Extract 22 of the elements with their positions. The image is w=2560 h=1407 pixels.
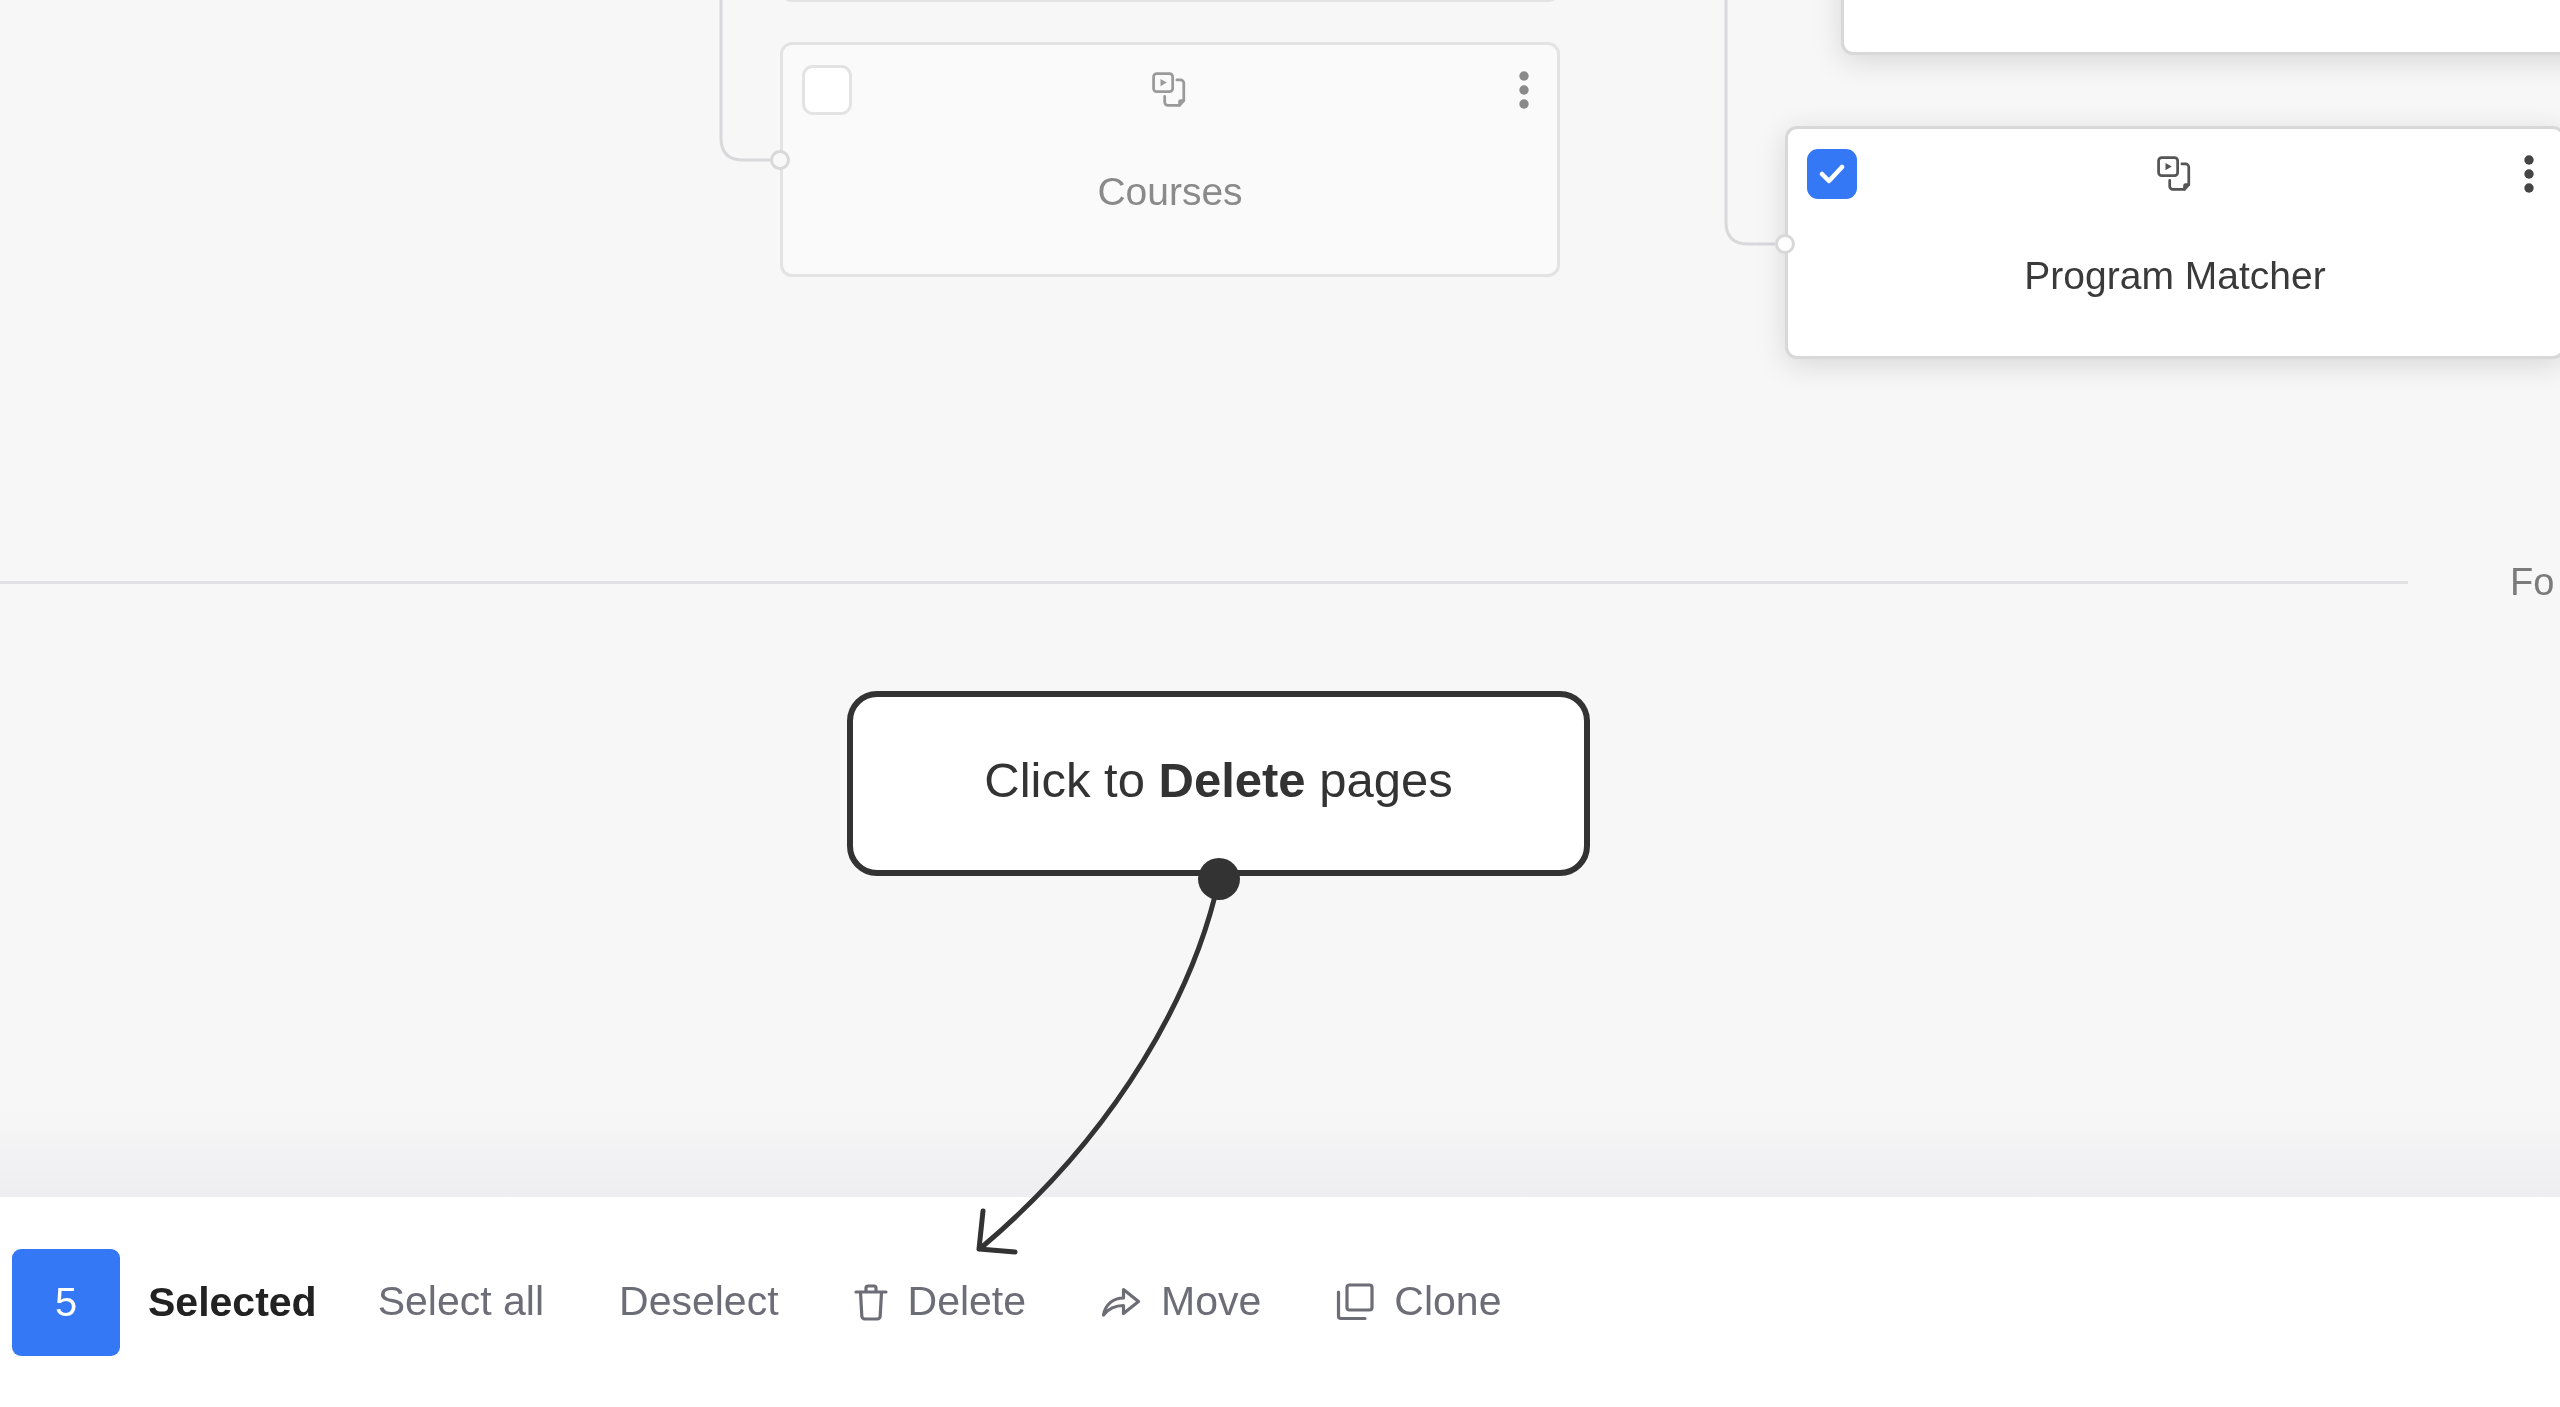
deselect-button[interactable]: Deselect (605, 1269, 793, 1335)
checkmark-icon (1819, 164, 1845, 184)
copy-icon (1336, 1283, 1375, 1321)
share-arrow-icon (1101, 1286, 1142, 1318)
section-label: Fo (2510, 560, 2555, 604)
clone-button[interactable]: Clone (1322, 1269, 1516, 1335)
hint-callout: Click to Delete pages (847, 691, 1590, 876)
page-title: Courses (1097, 169, 1243, 215)
connector-dot-icon[interactable] (770, 150, 790, 170)
select-all-button[interactable]: Select all (363, 1269, 559, 1335)
page-title: Program Matcher (2024, 253, 2326, 299)
delete-button[interactable]: Delete (839, 1269, 1041, 1335)
page-card[interactable]: Program Matcher (1785, 126, 2560, 359)
selection-label: Selected (148, 1278, 317, 1326)
count-badge: 5 (12, 1248, 120, 1356)
checkbox[interactable] (1807, 149, 1857, 199)
more-options-icon[interactable] (2524, 155, 2534, 193)
trash-icon (853, 1283, 888, 1321)
connector-dot-icon[interactable] (1775, 234, 1795, 254)
video-page-icon (1152, 72, 1188, 108)
move-button[interactable]: Move (1087, 1269, 1276, 1335)
video-page-icon (2157, 156, 2193, 192)
